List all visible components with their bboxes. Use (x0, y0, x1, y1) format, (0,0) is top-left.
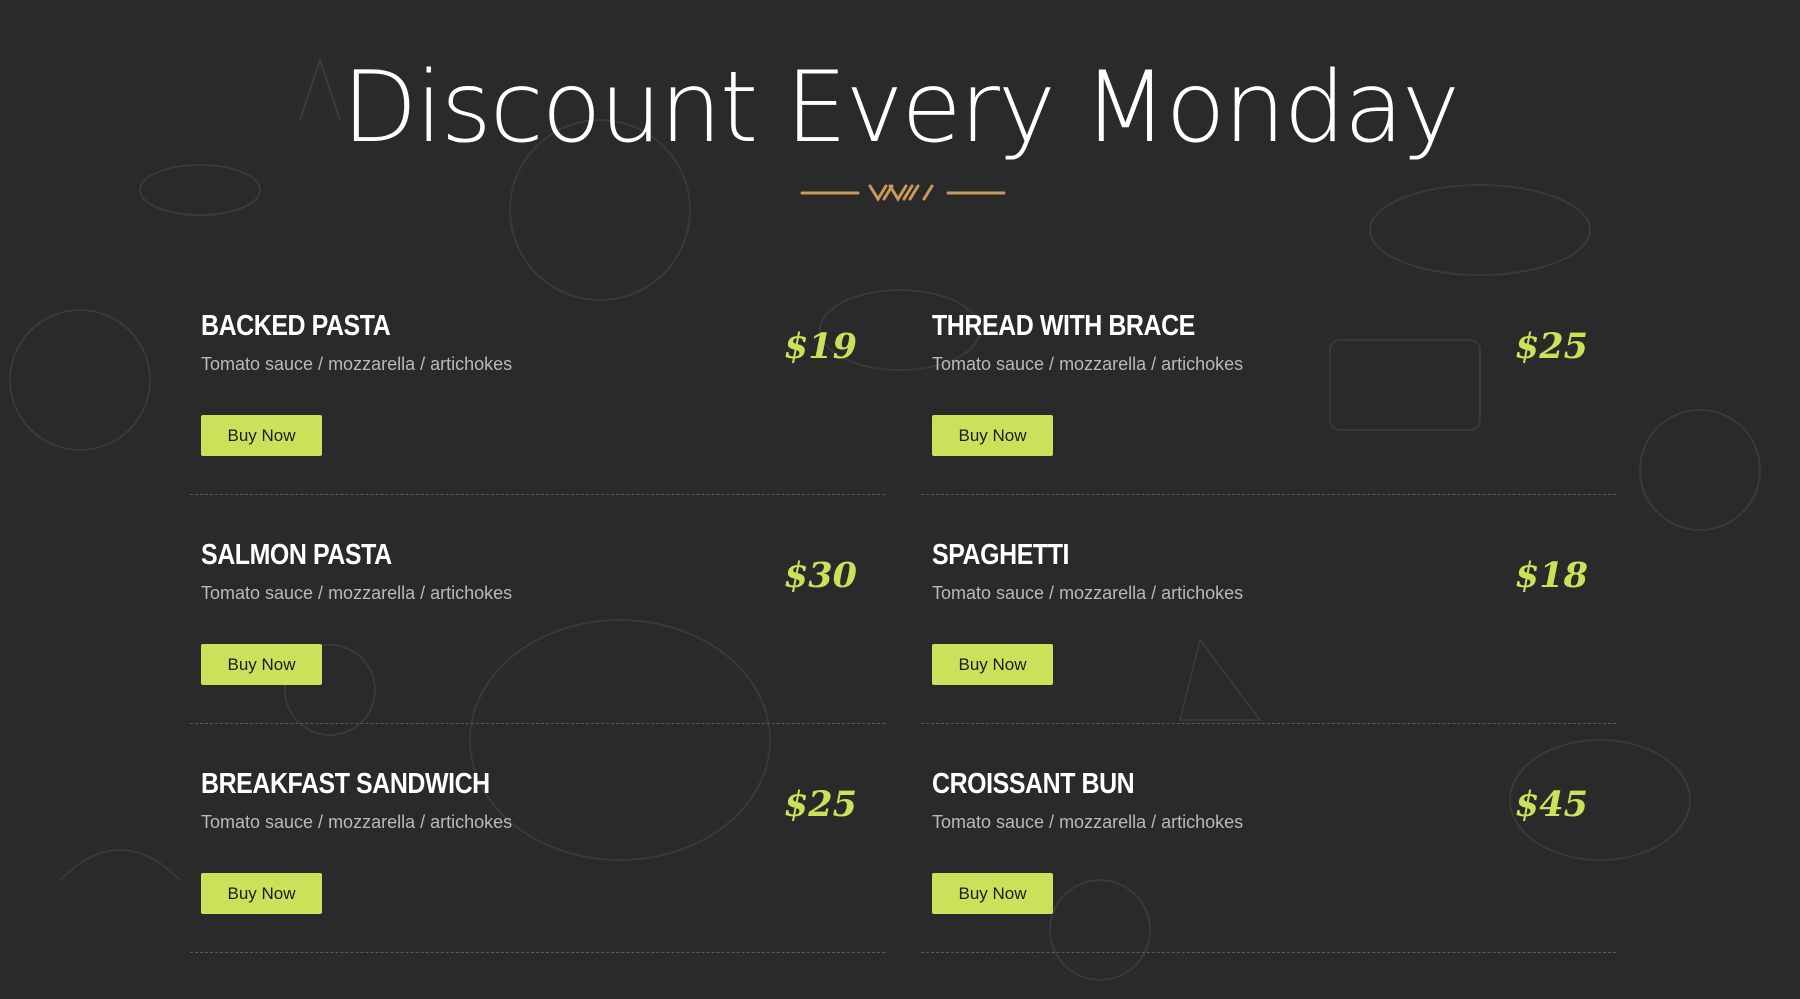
menu-item-price: $45 (1514, 784, 1588, 825)
menu-item-name: SPAGHETTI (932, 539, 1070, 571)
menu-item-name: THREAD WITH BRACE (932, 310, 1195, 342)
menu-item: CROISSANT BUN Tomato sauce / mozzarella … (921, 724, 1616, 953)
menu-item-description: Tomato sauce / mozzarella / artichokes (932, 812, 1244, 832)
menu-item-name: BACKED PASTA (201, 310, 391, 342)
menu-item-price: $25 (783, 784, 857, 825)
buy-now-button[interactable]: Buy Now (932, 644, 1053, 685)
buy-now-button[interactable]: Buy Now (932, 415, 1053, 456)
menu-item-description: Tomato sauce / mozzarella / artichokes (932, 354, 1244, 374)
menu-grid: BACKED PASTA Tomato sauce / mozzarella /… (190, 266, 1616, 953)
ornament-divider-icon (800, 184, 1006, 202)
menu-item-description: Tomato sauce / mozzarella / artichokes (201, 583, 513, 603)
menu-item: BREAKFAST SANDWICH Tomato sauce / mozzar… (190, 724, 885, 953)
menu-item-price: $25 (1514, 326, 1588, 367)
page-title: Discount Every Monday (342, 51, 1460, 165)
menu-item: SALMON PASTA Tomato sauce / mozzarella /… (190, 495, 885, 724)
menu-item-description: Tomato sauce / mozzarella / artichokes (201, 812, 513, 832)
menu-item: THREAD WITH BRACE Tomato sauce / mozzare… (921, 266, 1616, 495)
menu-item-name: SALMON PASTA (201, 539, 392, 571)
menu-item-description: Tomato sauce / mozzarella / artichokes (932, 583, 1244, 603)
menu-item: BACKED PASTA Tomato sauce / mozzarella /… (190, 266, 885, 495)
buy-now-button[interactable]: Buy Now (932, 873, 1053, 914)
menu-item-price: $18 (1514, 555, 1588, 596)
menu-item-name: BREAKFAST SANDWICH (201, 768, 490, 800)
buy-now-button[interactable]: Buy Now (201, 415, 322, 456)
menu-item: SPAGHETTI Tomato sauce / mozzarella / ar… (921, 495, 1616, 724)
buy-now-button[interactable]: Buy Now (201, 873, 322, 914)
buy-now-button[interactable]: Buy Now (201, 644, 322, 685)
menu-item-description: Tomato sauce / mozzarella / artichokes (201, 354, 513, 374)
menu-item-price: $19 (783, 326, 857, 367)
menu-item-name: CROISSANT BUN (932, 768, 1135, 800)
menu-page: Discount Every Monday BACKED PASTA Tomat… (0, 0, 1800, 999)
menu-item-price: $30 (783, 555, 857, 596)
